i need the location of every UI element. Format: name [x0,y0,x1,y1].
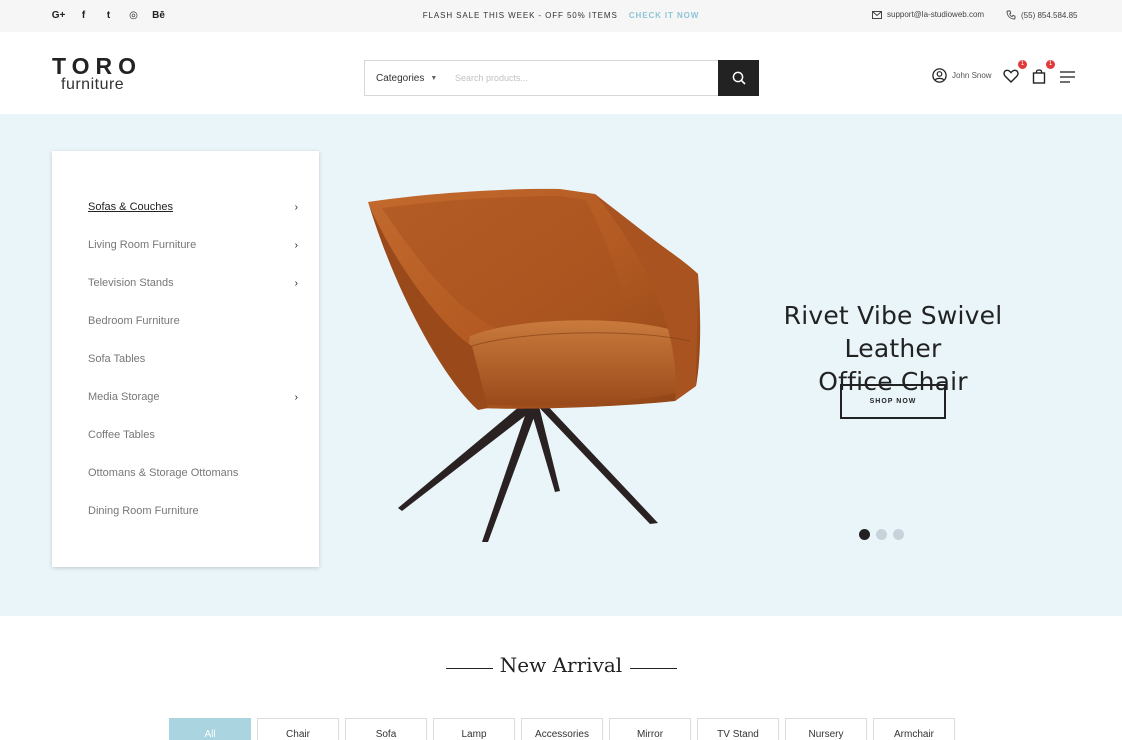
check-it-now-link[interactable]: CHECK IT NOW [629,11,699,20]
category-select-label: Categories [376,72,425,84]
hamburger-menu-icon [1060,71,1075,83]
slider-dot[interactable] [859,529,870,540]
filter-tab-accessories[interactable]: Accessories [521,718,603,740]
category-menu-item-label: Dining Room Furniture [88,505,199,517]
category-menu-item-label: Sofa Tables [88,353,146,365]
filter-tab-nursery[interactable]: Nursery [785,718,867,740]
category-menu-item[interactable]: Bedroom Furniture [88,311,298,331]
user-icon [932,68,947,83]
category-menu-item[interactable]: Coffee Tables [88,425,298,445]
caret-down-icon: ▼ [430,74,438,82]
category-menu-item-label: Coffee Tables [88,429,155,441]
site-logo[interactable]: TORO furniture [52,53,143,93]
filter-tab-chair[interactable]: Chair [257,718,339,740]
hero-title-line-1: Rivet Vibe Swivel Leather [783,301,1003,363]
category-menu-item[interactable]: Living Room Furniture › [88,235,298,255]
menu-button[interactable] [1060,70,1078,88]
category-menu: Sofas & Couches › Living Room Furniture › Te… [52,151,319,567]
category-menu-item[interactable]: Sofa Tables [88,349,298,369]
envelope-icon [872,10,882,19]
search-input[interactable] [449,61,719,95]
category-menu-item-label: Living Room Furniture [88,239,197,251]
site-header: TORO furniture Categories ▼ John Snow 1 … [0,32,1122,114]
chevron-right-icon: › [294,277,298,289]
title-divider-right [630,668,677,669]
category-menu-item-label: Sofas & Couches [88,201,173,213]
search-bar: Categories ▼ [364,60,759,96]
wishlist-button[interactable]: 1 [1003,60,1027,86]
category-menu-item[interactable]: Media Storage › [88,387,298,407]
logo-subtitle: furniture [61,76,125,93]
top-bar: G+ f t ◎ Bē FLASH SALE THIS WEEK - OFF 50% I… [0,0,1122,32]
slider-dot[interactable] [893,529,904,540]
category-select[interactable]: Categories ▼ [365,61,449,95]
wishlist-count-badge: 1 [1018,60,1027,69]
category-menu-item-label: Television Stands [88,277,174,289]
shopping-bag-icon [1032,69,1046,84]
category-menu-item-label: Ottomans & Storage Ottomans [88,467,239,479]
filter-tab-sofa[interactable]: Sofa [345,718,427,740]
chevron-right-icon: › [294,239,298,251]
cart-button[interactable]: 1 [1031,60,1055,86]
shop-now-button[interactable]: SHOP NOW [840,384,946,419]
flash-sale-text: FLASH SALE THIS WEEK - OFF 50% ITEMS [422,11,618,20]
user-name: John Snow [952,71,992,80]
contact-email[interactable]: support@la-studioweb.com [872,10,984,19]
chevron-right-icon: › [294,391,298,403]
product-filter-tabs: All Chair Sofa Lamp Accessories Mirror TV Stan… [169,718,955,740]
category-menu-item[interactable]: Ottomans & Storage Ottomans [88,463,298,483]
category-menu-item-label: Media Storage [88,391,160,403]
phone-icon [1006,10,1016,20]
contact-phone[interactable]: (55) 854.584.85 [1006,10,1078,20]
search-button[interactable] [718,60,759,96]
search-icon [732,71,746,85]
cart-count-badge: 1 [1046,60,1055,69]
filter-tab-lamp[interactable]: Lamp [433,718,515,740]
email-text: support@la-studioweb.com [887,10,985,19]
slider-pagination [859,529,904,540]
chevron-right-icon: › [294,201,298,213]
category-menu-item[interactable]: Dining Room Furniture [88,501,298,521]
category-menu-item[interactable]: Sofas & Couches › [88,197,298,217]
logo-wordmark: TORO [52,53,143,79]
phone-text: (55) 854.584.85 [1021,10,1078,20]
new-arrival-title: New Arrival [499,653,623,677]
filter-tab-mirror[interactable]: Mirror [609,718,691,740]
filter-tab-tv-stand[interactable]: TV Stand [697,718,779,740]
account-link[interactable]: John Snow [932,68,992,83]
filter-tab-all[interactable]: All [169,718,251,740]
leather-chair-image [368,188,701,542]
filter-tab-armchair[interactable]: Armchair [873,718,955,740]
heart-icon [1003,69,1019,83]
slider-dot[interactable] [876,529,887,540]
category-menu-item-label: Bedroom Furniture [88,315,180,327]
category-menu-item[interactable]: Television Stands › [88,273,298,293]
hero-slider: Sofas & Couches › Living Room Furniture › Te… [0,114,1122,616]
